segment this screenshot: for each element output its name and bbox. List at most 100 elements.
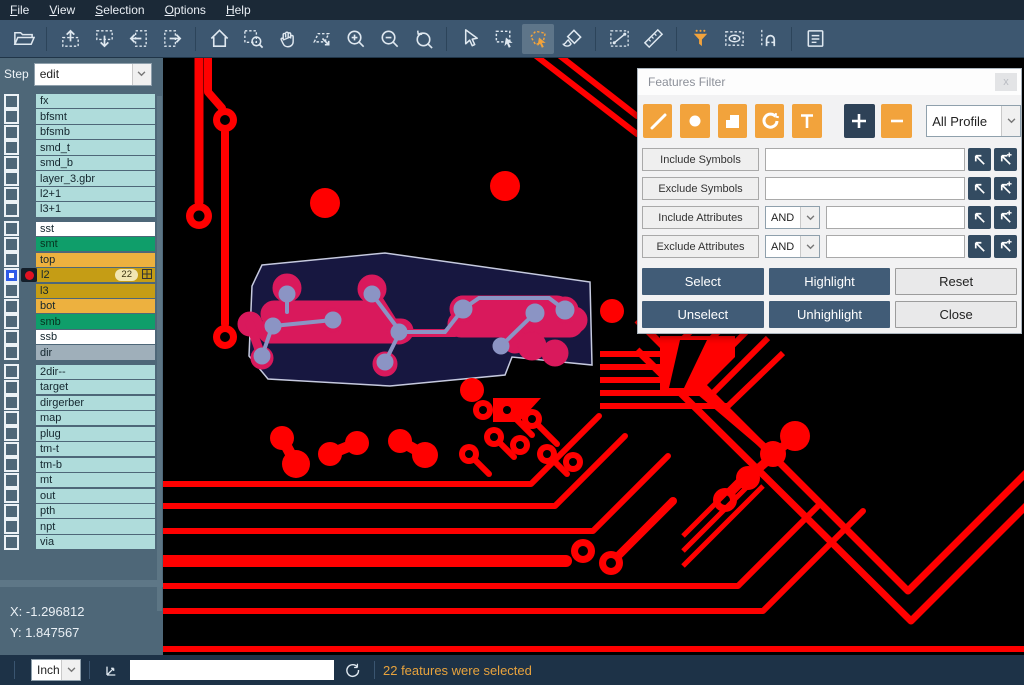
layer-row-tm-t[interactable]: tm-t (0, 442, 163, 456)
pick-arrow-button[interactable] (968, 148, 991, 171)
filter-value-input[interactable] (826, 235, 965, 258)
layer-name[interactable]: smb (36, 314, 155, 328)
layer-row-via[interactable]: via (0, 535, 163, 549)
layer-name[interactable]: pth (36, 504, 155, 518)
layer-list-scrollbar[interactable] (157, 96, 162, 611)
unit-select[interactable]: Inch (31, 659, 81, 681)
logic-operator-select[interactable]: AND (765, 235, 820, 258)
filter-button[interactable] (684, 24, 716, 54)
layer-name[interactable]: bfsmb (36, 125, 155, 139)
layer-row-2dir--[interactable]: 2dir-- (0, 365, 163, 379)
layer-name[interactable]: tm-b (36, 458, 155, 472)
layer-row-l3[interactable]: l3 (0, 284, 163, 298)
layer-row-sst[interactable]: sst (0, 222, 163, 236)
highlight-button[interactable]: Highlight (769, 268, 891, 295)
select-arrow-button[interactable] (454, 24, 486, 54)
layer-checkbox[interactable] (4, 330, 19, 345)
paste-down-button[interactable] (88, 24, 120, 54)
arc-filter-button[interactable] (755, 104, 784, 138)
ruler-button[interactable] (637, 24, 669, 54)
layer-name[interactable]: mt (36, 473, 155, 487)
layer-row-ssb[interactable]: ssb (0, 330, 163, 344)
profile-select[interactable]: All Profile (926, 105, 1021, 137)
layer-name[interactable]: l222 (37, 268, 155, 282)
layer-checkbox[interactable] (4, 488, 19, 503)
layer-checkbox[interactable] (4, 156, 19, 171)
filter-value-input[interactable] (826, 206, 965, 229)
filter-label-button[interactable]: Include Attributes (642, 206, 759, 229)
plus-polarity-button[interactable] (844, 104, 875, 138)
unselect-button[interactable]: Unselect (642, 301, 764, 328)
layer-checkbox[interactable] (4, 283, 19, 298)
line-filter-button[interactable] (643, 104, 672, 138)
pick-arrow-plus-button[interactable] (994, 235, 1017, 258)
layer-checkbox[interactable] (4, 442, 19, 457)
layer-row-bot[interactable]: bot (0, 299, 163, 313)
layer-row-npt[interactable]: npt (0, 519, 163, 533)
layer-checkbox[interactable] (4, 504, 19, 519)
layer-checkbox[interactable] (4, 202, 19, 217)
layer-row-plug[interactable]: plug (0, 427, 163, 441)
menu-item-selection[interactable]: Selection (85, 1, 154, 19)
surface-filter-button[interactable] (718, 104, 747, 138)
layer-name[interactable]: target (36, 380, 155, 394)
pad-filter-button[interactable] (680, 104, 709, 138)
layer-name[interactable]: out (36, 489, 155, 503)
layer-checkbox[interactable] (4, 535, 19, 550)
layer-name[interactable]: ssb (36, 330, 155, 344)
shift-right-button[interactable] (156, 24, 188, 54)
measure-line-button[interactable] (603, 24, 635, 54)
layer-checkbox[interactable] (4, 252, 19, 267)
layer-name[interactable]: smd_t (36, 140, 155, 154)
reset-button[interactable]: Reset (895, 268, 1017, 295)
layer-name[interactable]: smt (36, 237, 155, 251)
layer-name[interactable]: top (36, 253, 155, 267)
layer-row-bfsmb[interactable]: bfsmb (0, 125, 163, 139)
layer-name[interactable]: tm-t (36, 442, 155, 456)
filter-label-button[interactable]: Include Symbols (642, 148, 759, 171)
layer-checkbox[interactable] (4, 411, 19, 426)
open-folder-button[interactable] (7, 24, 39, 54)
text-filter-button[interactable] (792, 104, 821, 138)
layer-checkbox[interactable] (4, 426, 19, 441)
layer-checkbox[interactable] (4, 395, 19, 410)
pick-arrow-plus-button[interactable] (994, 206, 1017, 229)
logic-operator-select[interactable]: AND (765, 206, 820, 229)
layer-name[interactable]: via (36, 535, 155, 549)
dialog-title-bar[interactable]: Features Filter x (638, 69, 1021, 95)
layer-checkbox[interactable] (4, 314, 19, 329)
shift-left-button[interactable] (122, 24, 154, 54)
layer-name[interactable]: plug (36, 427, 155, 441)
menu-item-file[interactable]: File (0, 1, 39, 19)
close-button[interactable]: Close (895, 301, 1017, 328)
step-select[interactable]: edit (34, 63, 152, 86)
layer-row-l2+1[interactable]: l2+1 (0, 187, 163, 201)
layer-row-target[interactable]: target (0, 380, 163, 394)
layer-checkbox[interactable] (4, 187, 19, 202)
layer-name[interactable]: l2+1 (36, 187, 155, 201)
zoom-out-button[interactable] (373, 24, 405, 54)
layer-row-map[interactable]: map (0, 411, 163, 425)
layer-row-layer_3.gbr[interactable]: layer_3.gbr (0, 171, 163, 185)
layer-checkbox[interactable] (4, 140, 19, 155)
refresh-icon[interactable] (342, 660, 362, 680)
layer-name[interactable]: l3+1 (36, 202, 155, 216)
menu-item-help[interactable]: Help (216, 1, 261, 19)
pick-arrow-plus-button[interactable] (994, 177, 1017, 200)
layer-name[interactable]: bot (36, 299, 155, 313)
pan-hand-button[interactable] (271, 24, 303, 54)
layer-checkbox[interactable] (4, 457, 19, 472)
layer-checkbox[interactable] (4, 473, 19, 488)
layer-checkbox[interactable] (4, 299, 19, 314)
unhighlight-button[interactable]: Unhighlight (769, 301, 891, 328)
layer-name[interactable]: l3 (36, 284, 155, 298)
pick-arrow-button[interactable] (968, 206, 991, 229)
chevron-down-icon[interactable] (800, 236, 819, 257)
zoom-window-button[interactable] (237, 24, 269, 54)
filter-value-input[interactable] (765, 148, 965, 171)
layer-row-top[interactable]: top (0, 253, 163, 267)
chevron-down-icon[interactable] (132, 64, 151, 85)
layer-row-dirgerber[interactable]: dirgerber (0, 396, 163, 410)
menu-item-view[interactable]: View (39, 1, 85, 19)
pcb-canvas[interactable]: Features Filter x All Profile Include Sy… (163, 58, 1024, 655)
